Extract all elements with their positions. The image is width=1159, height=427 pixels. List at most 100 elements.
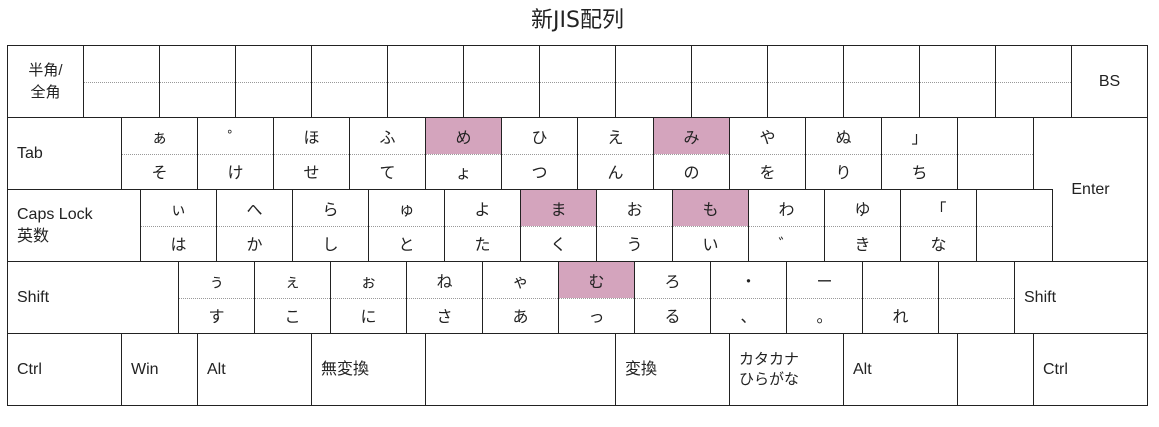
kana-bottom	[616, 82, 691, 118]
key-num-4[interactable]	[311, 45, 388, 118]
key-t[interactable]: めょ	[425, 117, 502, 190]
key-num-2[interactable]	[159, 45, 236, 118]
key-at[interactable]: 」ち	[881, 117, 958, 190]
key-num-9[interactable]	[691, 45, 768, 118]
kana-bottom	[464, 82, 539, 118]
kana-bottom: あ	[512, 307, 529, 327]
kana-bottom	[996, 82, 1071, 118]
key-num-yen[interactable]	[995, 45, 1072, 118]
kana-bottom	[920, 82, 995, 118]
key-label: Shift	[17, 288, 50, 306]
key-caps-lock[interactable]: Caps Lock 英数	[7, 189, 141, 262]
key-divider	[141, 225, 216, 227]
key-alt-left[interactable]: Alt	[197, 333, 312, 406]
key-divider	[901, 225, 976, 227]
key-num-0[interactable]	[767, 45, 844, 118]
key-d[interactable]: らし	[292, 189, 369, 262]
key-slash[interactable]: れ	[862, 261, 939, 334]
key-p[interactable]: ぬり	[805, 117, 882, 190]
kana-bottom	[844, 82, 919, 118]
kana-bottom: く	[550, 235, 567, 255]
key-bs[interactable]: BS	[1071, 45, 1148, 118]
key-num-minus[interactable]	[843, 45, 920, 118]
key-num-6[interactable]	[463, 45, 540, 118]
key-divider	[711, 297, 786, 299]
key-comma[interactable]: ・、	[710, 261, 787, 334]
key-num-1[interactable]	[83, 45, 160, 118]
key-hankaku-zenkaku[interactable]: 半角/ 全角	[7, 45, 84, 118]
key-f[interactable]: ゅと	[368, 189, 445, 262]
key-label: Ctrl	[17, 360, 42, 378]
key-blank[interactable]	[957, 333, 1034, 406]
key-i[interactable]: みの	[653, 117, 730, 190]
key-c[interactable]: ぉに	[330, 261, 407, 334]
key-v[interactable]: ねさ	[406, 261, 483, 334]
kana-top	[84, 46, 159, 82]
key-num-caret[interactable]	[919, 45, 996, 118]
key-muhenkan[interactable]: 無変換	[311, 333, 426, 406]
key-j[interactable]: おう	[596, 189, 673, 262]
key-num-3[interactable]	[235, 45, 312, 118]
key-semicolon[interactable]: ゆき	[824, 189, 901, 262]
kana-top: 「	[930, 199, 947, 219]
kana-top	[312, 46, 387, 82]
key-colon[interactable]: 「な	[900, 189, 977, 262]
key-r[interactable]: ふて	[349, 117, 426, 190]
key-ctrl-right[interactable]: Ctrl	[1033, 333, 1148, 406]
key-z[interactable]: ぅす	[178, 261, 255, 334]
key-y[interactable]: ひつ	[501, 117, 578, 190]
key-tab[interactable]: Tab	[7, 117, 122, 190]
key-win[interactable]: Win	[121, 333, 198, 406]
key-q[interactable]: ぁそ	[121, 117, 198, 190]
key-divider	[958, 153, 1033, 155]
kana-bottom: き	[854, 235, 871, 255]
key-bracket-open[interactable]	[957, 117, 1034, 190]
key-num-5[interactable]	[387, 45, 464, 118]
kana-bottom	[312, 82, 387, 118]
kana-bottom: を	[759, 163, 776, 183]
key-space[interactable]	[425, 333, 616, 406]
key-katakana-hiragana[interactable]: カタカナ ひらがな	[729, 333, 844, 406]
key-l[interactable]: わ゛	[748, 189, 825, 262]
kana-bottom: う	[626, 235, 643, 255]
key-divider	[331, 297, 406, 299]
key-n[interactable]: むっ	[558, 261, 635, 334]
key-backslash[interactable]	[938, 261, 1015, 334]
key-a[interactable]: ぃは	[140, 189, 217, 262]
key-label: Caps Lock 英数	[17, 205, 93, 245]
key-divider	[407, 297, 482, 299]
key-x[interactable]: ぇこ	[254, 261, 331, 334]
key-num-8[interactable]	[615, 45, 692, 118]
key-ctrl-left[interactable]: Ctrl	[7, 333, 122, 406]
key-b[interactable]: ゃあ	[482, 261, 559, 334]
key-h[interactable]: まく	[520, 189, 597, 262]
key-w[interactable]: ゜け	[197, 117, 274, 190]
key-period[interactable]: ー。	[786, 261, 863, 334]
key-henkan[interactable]: 変換	[615, 333, 730, 406]
key-divider	[236, 81, 311, 83]
kana-top: や	[759, 127, 776, 147]
key-bracket-close[interactable]	[976, 189, 1053, 262]
kana-bottom: さ	[436, 307, 453, 327]
key-s[interactable]: へか	[216, 189, 293, 262]
key-alt-right[interactable]: Alt	[843, 333, 958, 406]
key-shift-right[interactable]: Shift	[1014, 261, 1148, 334]
kana-top: よ	[474, 199, 491, 219]
key-k[interactable]: もい	[672, 189, 749, 262]
kana-top	[920, 46, 995, 82]
key-u[interactable]: えん	[577, 117, 654, 190]
kana-bottom: な	[930, 235, 947, 255]
key-e[interactable]: ほせ	[273, 117, 350, 190]
kana-top: ら	[322, 199, 339, 219]
key-divider	[882, 153, 957, 155]
key-o[interactable]: やを	[729, 117, 806, 190]
key-divider	[825, 225, 900, 227]
key-g[interactable]: よた	[444, 189, 521, 262]
kana-top: ゅ	[398, 199, 415, 219]
kana-top: 」	[911, 127, 928, 147]
key-m[interactable]: ろる	[634, 261, 711, 334]
key-label: Alt	[207, 360, 226, 378]
key-num-7[interactable]	[539, 45, 616, 118]
key-shift-left[interactable]: Shift	[7, 261, 179, 334]
kana-bottom: こ	[284, 307, 301, 327]
